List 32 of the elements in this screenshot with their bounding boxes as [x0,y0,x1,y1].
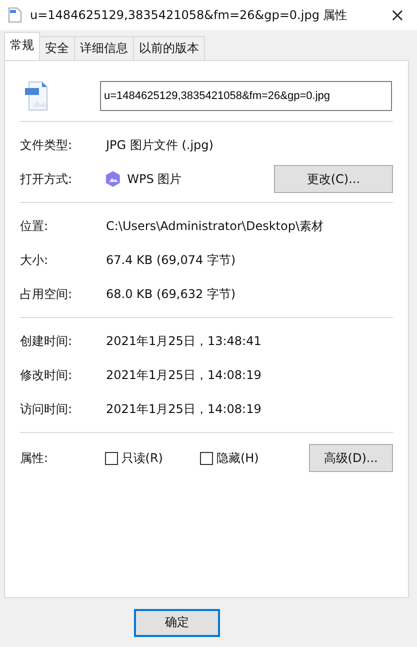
property-value: 68.0 KB (69,632 字节) [106,286,236,302]
property-value: 2021年1月25日，13:48:41 [106,332,262,350]
image-file-icon [24,81,48,111]
property-value: C:\Users\Administrator\Desktop\素材 [106,218,324,234]
property-label: 修改时间: [20,366,74,384]
property-value: 2021年1月25日，14:08:19 [106,366,262,384]
file-name-field[interactable]: u=1484625129,3835421058&fm=26&gp=0.jpg [100,81,392,111]
property-label: 大小: [20,252,50,268]
property-label: 创建时间: [20,332,74,350]
checkbox-box[interactable] [200,452,214,464]
checkbox[interactable]: 只读(R) [105,450,200,466]
file-icon [8,7,22,23]
checkbox-box[interactable] [105,452,118,464]
property-label: 占用空间: [20,286,74,302]
app-icon [105,170,122,188]
ok-button[interactable]: 确定 [134,608,220,636]
property-label: 位置: [20,218,50,234]
checkbox[interactable]: 隐藏(H) [200,450,296,466]
property-label: 访问时间: [20,400,74,418]
property-label: 文件类型: [20,136,74,154]
tab[interactable]: 以前的版本 [133,36,205,60]
property-value: WPS 图片 [127,170,183,188]
tab[interactable]: 常规 [4,32,40,60]
advanced-button[interactable]: 高级(D)... [308,444,393,472]
property-label: 属性: [20,450,50,466]
property-value: JPG 图片文件 (.jpg) [106,136,214,154]
window-title: u=1484625129,3835421058&fm=26&gp=0.jpg 属性 [30,6,348,24]
change-button[interactable]: 更改(C)... [274,165,394,193]
close-button[interactable]: × [386,4,409,26]
property-value: 67.4 KB (69,074 字节) [106,252,236,268]
property-value: 2021年1月25日，14:08:19 [106,400,262,418]
property-label: 打开方式: [20,170,74,188]
